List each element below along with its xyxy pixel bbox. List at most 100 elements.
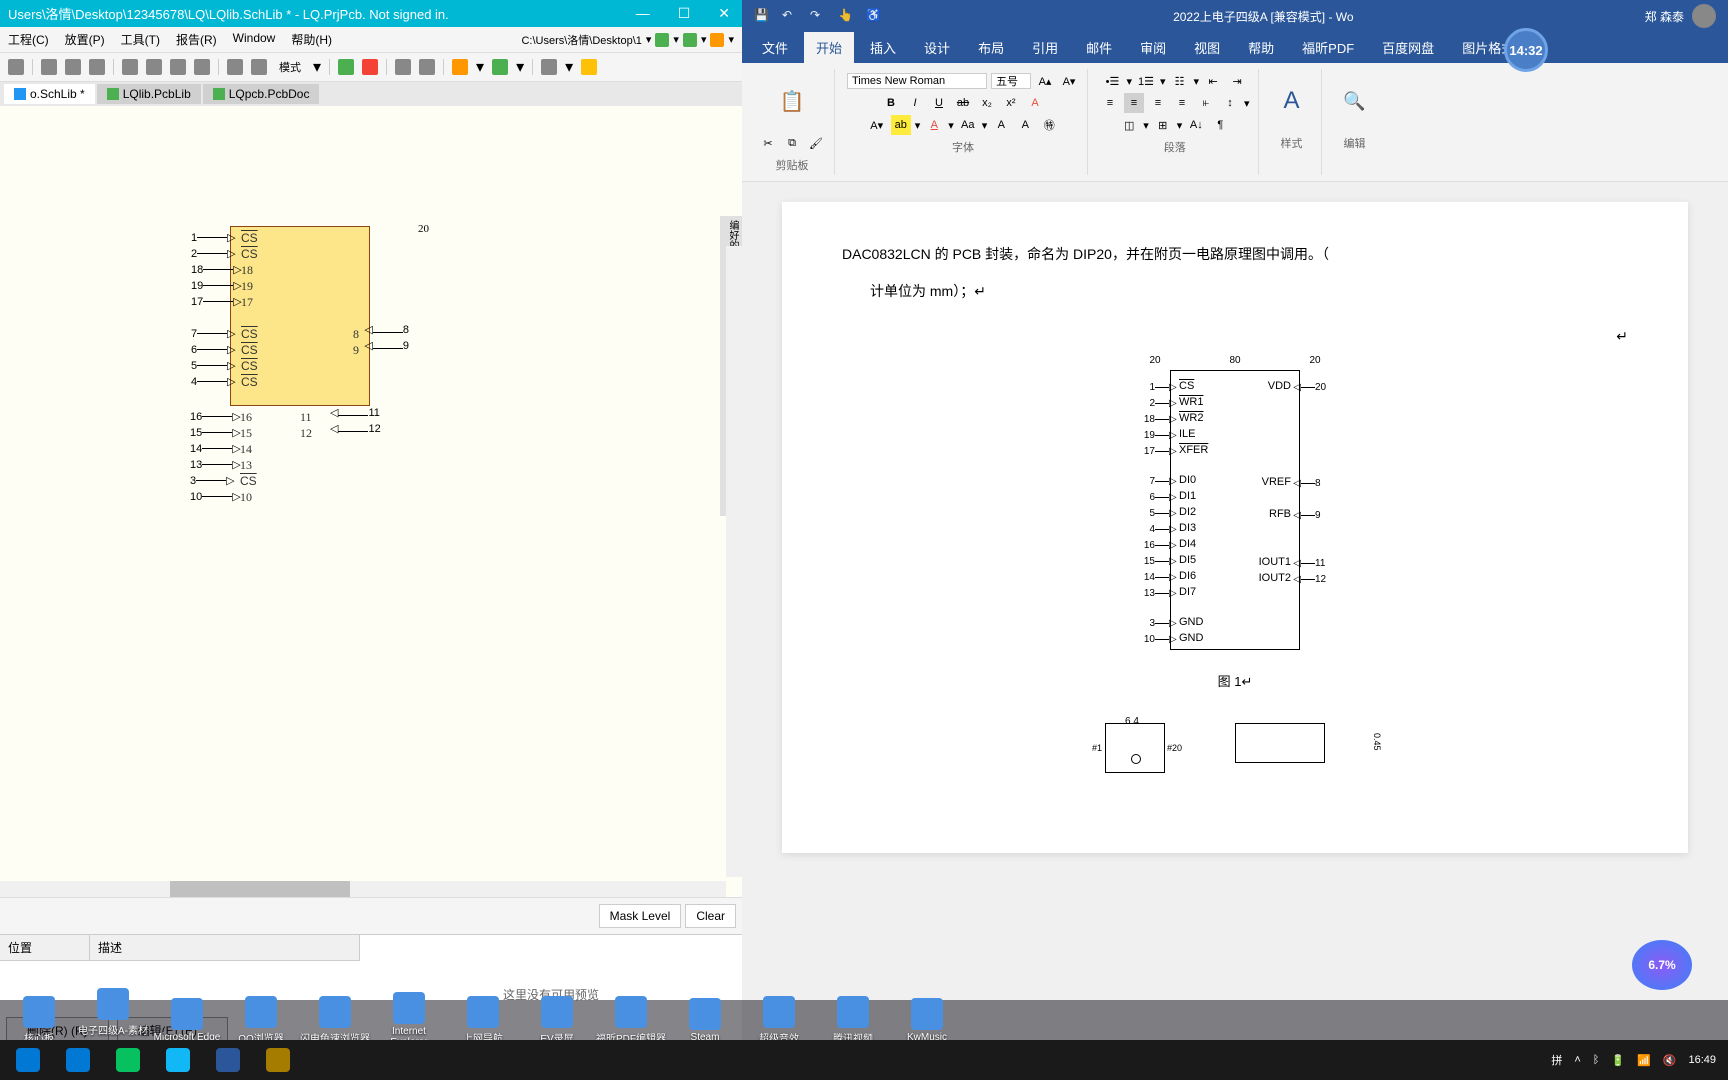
maximize-button[interactable]: ☐ (674, 5, 695, 22)
tab-baidu[interactable]: 百度网盘 (1370, 32, 1446, 63)
numbering-button[interactable]: 1☰ (1136, 71, 1156, 91)
align-right-button[interactable]: ≡ (1148, 93, 1168, 113)
line-spacing-button[interactable]: ↕ (1220, 93, 1240, 113)
tab-layout[interactable]: 布局 (966, 32, 1016, 63)
scrollbar-horizontal[interactable] (0, 881, 726, 897)
desktop-item[interactable]: 闪电龟速浏览器 (300, 996, 370, 1045)
redo-icon[interactable] (251, 59, 267, 75)
remove-icon[interactable] (362, 59, 378, 75)
phonetic-button[interactable]: Aa (958, 115, 978, 135)
prev-icon[interactable] (395, 59, 411, 75)
desktop-item[interactable]: 超级音效 (744, 996, 814, 1045)
desktop-item[interactable]: EV录屏 (522, 996, 592, 1045)
strike-button[interactable]: ab (953, 93, 973, 113)
add-icon[interactable] (338, 59, 354, 75)
save-icon[interactable]: 💾 (754, 8, 770, 24)
menu-window[interactable]: Window (233, 31, 276, 48)
multilevel-button[interactable]: ☷ (1170, 71, 1190, 91)
desktop-item[interactable]: 福昕PDF编辑器 (596, 996, 666, 1045)
close-button[interactable]: ✕ (714, 5, 734, 22)
text-effects-button[interactable]: A▾ (867, 115, 887, 135)
home-icon[interactable] (710, 33, 724, 47)
clock-tray[interactable]: 16:49 (1688, 1054, 1716, 1066)
tab-design[interactable]: 设计 (912, 32, 962, 63)
desktop-item[interactable]: Microsoft Edge (152, 998, 222, 1043)
tab-help[interactable]: 帮助 (1236, 32, 1286, 63)
select-icon[interactable] (122, 59, 138, 75)
subscript-button[interactable]: x₂ (977, 93, 997, 113)
move-icon[interactable] (146, 59, 162, 75)
decrease-indent-button[interactable]: ⇤ (1203, 71, 1223, 91)
deselect-icon[interactable] (170, 59, 186, 75)
accessibility-icon[interactable]: ♿ (866, 8, 882, 24)
paste-button[interactable]: 📋 (771, 71, 813, 131)
tab-pcbdoc[interactable]: LQpcb.PcbDoc (203, 84, 320, 104)
paste-icon[interactable] (89, 59, 105, 75)
tool2-icon[interactable] (492, 59, 508, 75)
borders-button[interactable]: ⊞ (1153, 115, 1173, 135)
shrink-font-icon[interactable]: A▾ (1059, 71, 1079, 91)
cut-icon[interactable] (41, 59, 57, 75)
tab-review[interactable]: 审阅 (1128, 32, 1178, 63)
schematic-canvas[interactable]: CS CS 18 19 17 CS CS CS CS 8 9 1▷ 2▷ 18▷… (0, 106, 742, 897)
char-shading-button[interactable]: A (1015, 115, 1035, 135)
font-family-select[interactable] (847, 73, 987, 89)
desktop-item[interactable]: Steam (670, 998, 740, 1043)
align-center-button[interactable]: ≡ (1124, 93, 1144, 113)
tab-schlib[interactable]: o.SchLib * (4, 84, 95, 104)
start-button[interactable] (4, 1042, 52, 1078)
grid-icon[interactable] (541, 59, 557, 75)
tab-home[interactable]: 开始 (804, 32, 854, 63)
tab-insert[interactable]: 插入 (858, 32, 908, 63)
taskbar-altium[interactable] (254, 1042, 302, 1078)
italic-button[interactable]: I (905, 93, 925, 113)
desktop-item[interactable]: 核心板 (4, 996, 74, 1045)
avatar[interactable] (1692, 4, 1716, 28)
distribute-button[interactable]: ⫦ (1196, 93, 1216, 113)
menu-help[interactable]: 帮助(H) (291, 31, 332, 48)
shading-button[interactable]: ◫ (1119, 115, 1139, 135)
document-area[interactable]: DAC0832LCN 的 PCB 封装，命名为 DIP20，并在附页一电路原理图… (742, 182, 1728, 1056)
desktop-item[interactable]: 上网导航 (448, 996, 518, 1045)
styles-button[interactable]: A (1271, 71, 1313, 131)
nav-back-icon[interactable] (655, 33, 669, 47)
cursor-icon[interactable] (194, 59, 210, 75)
clear-format-button[interactable]: A (1025, 93, 1045, 113)
justify-button[interactable]: ≡ (1172, 93, 1192, 113)
nav-fwd-icon[interactable] (683, 33, 697, 47)
accelerator-widget[interactable]: 6.7% (1632, 940, 1692, 990)
tab-pcblib[interactable]: LQlib.PcbLib (97, 84, 201, 104)
menu-tools[interactable]: 工具(T) (121, 31, 160, 48)
copy-icon[interactable] (65, 59, 81, 75)
tray-chevron-icon[interactable]: ˄ (1574, 1054, 1580, 1066)
next-icon[interactable] (419, 59, 435, 75)
battery-icon[interactable]: 🔋 (1611, 1054, 1625, 1067)
scrollbar-vertical[interactable] (726, 246, 742, 877)
align-left-button[interactable]: ≡ (1100, 93, 1120, 113)
bold-button[interactable]: B (881, 93, 901, 113)
char-border-button[interactable]: A (991, 115, 1011, 135)
menu-project[interactable]: 工程(C) (8, 31, 49, 48)
desktop-item[interactable]: KwMusic (892, 998, 962, 1043)
desktop-item[interactable]: 腾讯视频 (818, 996, 888, 1045)
superscript-button[interactable]: x² (1001, 93, 1021, 113)
format-painter-button[interactable]: 🖌 (806, 133, 826, 153)
touch-icon[interactable]: 👆 (838, 8, 854, 24)
minimize-button[interactable]: — (632, 5, 654, 22)
increase-indent-button[interactable]: ⇥ (1227, 71, 1247, 91)
col-position[interactable]: 位置 (0, 935, 90, 960)
user-section[interactable]: 郑 森泰 (1645, 4, 1716, 28)
redo-icon[interactable]: ↷ (810, 8, 826, 24)
taskbar-qq[interactable] (154, 1042, 202, 1078)
menu-place[interactable]: 放置(P) (65, 31, 105, 48)
tab-file[interactable]: 文件 (750, 32, 800, 63)
enclose-button[interactable]: ㊕ (1039, 115, 1059, 135)
grow-font-icon[interactable]: A▴ (1035, 71, 1055, 91)
wifi-icon[interactable]: 📶 (1637, 1054, 1651, 1067)
undo-icon[interactable] (227, 59, 243, 75)
undo-icon[interactable]: ↶ (782, 8, 798, 24)
font-color-button[interactable]: A (924, 115, 944, 135)
taskbar-wechat[interactable] (104, 1042, 152, 1078)
copy-button[interactable]: ⧉ (782, 133, 802, 153)
bluetooth-icon[interactable]: ᛒ (1593, 1054, 1600, 1066)
